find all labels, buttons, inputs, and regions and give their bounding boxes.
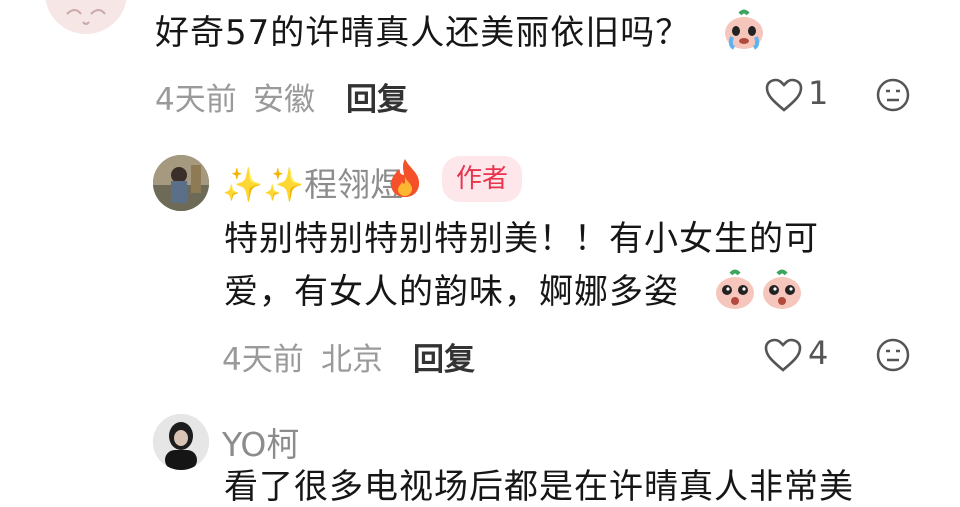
reply-text-line2: 爱，有女人的韵味，婀娜多姿 [224,272,679,312]
comment-time: 4天前 [155,82,237,118]
comment-text-partial: 看了很多电视场后都是在许晴真人非常美 [224,467,854,507]
surprised-face-emoji [716,269,754,309]
comment-text: 好奇57的许晴真人还美丽依旧吗？ [155,13,691,53]
crying-face-emoji [725,9,763,50]
avatar[interactable] [45,0,127,34]
like-count: 4 [808,334,829,372]
user-name[interactable]: YO柯 [222,418,299,466]
surprised-face-emoji [763,269,801,309]
heart-icon[interactable] [763,337,803,373]
author-badge: 作者 [442,156,523,202]
reply-time: 4天前 [222,342,304,378]
reply-text-line1: 特别特别特别特别美！！有小女生的可 [224,219,819,259]
person-photo-icon [153,155,209,211]
dislike-face-icon[interactable] [875,77,911,113]
reply-button[interactable]: 回复 [346,74,408,119]
fire-emoji [391,159,420,197]
author-name[interactable]: ✨✨程翎煜 [222,158,403,206]
like-count: 1 [808,74,829,112]
comment-location: 安徽 [253,82,315,118]
cat-face-icon [66,9,106,25]
user-avatar[interactable] [153,414,209,470]
person-photo-icon [153,414,209,470]
reply-button[interactable]: 回复 [413,334,475,379]
author-avatar[interactable] [153,155,209,211]
reply-location: 北京 [321,342,383,378]
heart-icon[interactable] [764,77,804,113]
dislike-face-icon[interactable] [875,337,911,373]
